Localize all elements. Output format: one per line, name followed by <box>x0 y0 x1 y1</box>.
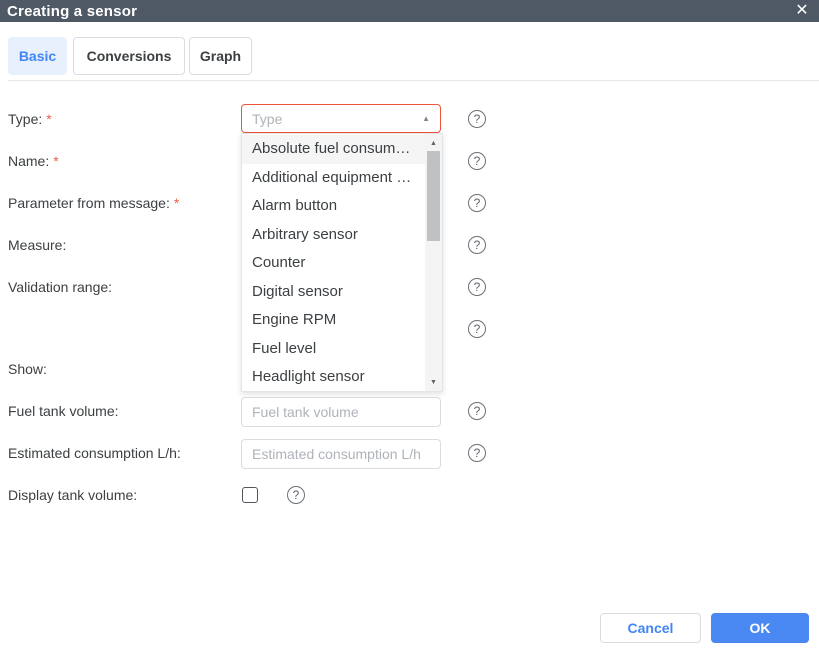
fuel-tank-volume-label: Fuel tank volume: <box>8 401 119 421</box>
type-select-placeholder: Type <box>252 111 422 127</box>
dropdown-option[interactable]: Alarm button <box>242 192 425 221</box>
dropdown-option[interactable]: Absolute fuel consum… <box>242 135 425 164</box>
help-icon[interactable]: ? <box>468 236 486 254</box>
chevron-up-icon: ▲ <box>422 114 430 123</box>
measure-label: Measure: <box>8 235 66 255</box>
cancel-button[interactable]: Cancel <box>600 613 701 643</box>
type-dropdown: Absolute fuel consum…Additional equipmen… <box>241 133 443 392</box>
tab-conversions-label: Conversions <box>87 48 172 64</box>
required-marker: * <box>46 111 51 127</box>
tab-graph[interactable]: Graph <box>189 37 252 75</box>
scroll-up-icon[interactable]: ▲ <box>425 136 442 150</box>
creating-sensor-dialog: Creating a sensor ✕ Basic Conversions Gr… <box>0 0 819 648</box>
dialog-title: Creating a sensor <box>7 3 137 20</box>
display-tank-volume-checkbox[interactable] <box>242 487 258 503</box>
tab-basic-label: Basic <box>19 48 56 64</box>
validation-range-label: Validation range: <box>8 277 112 297</box>
required-marker: * <box>53 153 58 169</box>
help-icon[interactable]: ? <box>287 486 305 504</box>
dropdown-option[interactable]: Headlight sensor <box>242 363 425 390</box>
fuel-tank-volume-input[interactable] <box>241 397 441 427</box>
type-label: Type:* <box>8 109 52 129</box>
ok-button[interactable]: OK <box>711 613 809 643</box>
estimated-consumption-input[interactable] <box>241 439 441 469</box>
scrollbar-thumb[interactable] <box>427 151 440 241</box>
dropdown-option[interactable]: Fuel level <box>242 335 425 364</box>
help-icon[interactable]: ? <box>468 402 486 420</box>
parameter-label: Parameter from message:* <box>8 193 179 213</box>
help-icon[interactable]: ? <box>468 194 486 212</box>
name-label: Name:* <box>8 151 59 171</box>
dialog-header: Creating a sensor ✕ <box>0 0 819 22</box>
help-icon[interactable]: ? <box>468 152 486 170</box>
display-tank-volume-label: Display tank volume: <box>8 485 137 505</box>
dropdown-option[interactable]: Arbitrary sensor <box>242 221 425 250</box>
dropdown-scrollbar[interactable]: ▲ ▼ <box>425 134 442 391</box>
type-dropdown-list: Absolute fuel consum…Additional equipmen… <box>242 135 425 390</box>
dropdown-option[interactable]: Counter <box>242 249 425 278</box>
scroll-down-icon[interactable]: ▼ <box>425 375 442 389</box>
type-select[interactable]: Type ▲ <box>241 104 441 133</box>
help-icon[interactable]: ? <box>468 444 486 462</box>
help-icon[interactable]: ? <box>468 110 486 128</box>
cancel-button-label: Cancel <box>628 620 674 636</box>
tab-graph-label: Graph <box>200 48 241 64</box>
show-label: Show: <box>8 359 47 379</box>
dropdown-option[interactable]: Additional equipment … <box>242 164 425 193</box>
estimated-consumption-label: Estimated consumption L/h: <box>8 443 181 463</box>
tab-conversions[interactable]: Conversions <box>73 37 185 75</box>
ok-button-label: OK <box>750 620 771 636</box>
required-marker: * <box>174 195 179 211</box>
tabs-divider <box>8 80 819 81</box>
close-icon[interactable]: ✕ <box>791 0 813 22</box>
tab-basic[interactable]: Basic <box>8 37 67 75</box>
help-icon[interactable]: ? <box>468 320 486 338</box>
help-icon[interactable]: ? <box>468 278 486 296</box>
dropdown-option[interactable]: Digital sensor <box>242 278 425 307</box>
dropdown-option[interactable]: Engine RPM <box>242 306 425 335</box>
